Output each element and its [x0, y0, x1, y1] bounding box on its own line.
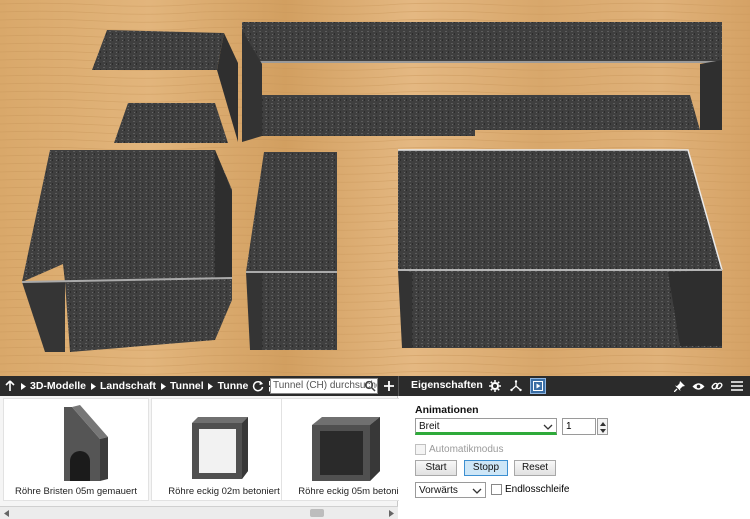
chevron-down-icon: [543, 424, 553, 430]
chevron-down-icon: [472, 488, 482, 494]
library-item-label: Röhre eckig 02m betoniert: [168, 486, 280, 497]
refresh-icon[interactable]: [250, 376, 266, 396]
library-item[interactable]: Röhre Bristen 05m gemauert: [3, 398, 149, 501]
scene-render: [0, 0, 750, 376]
add-icon[interactable]: [382, 378, 396, 394]
stepper-down-icon[interactable]: [598, 427, 607, 434]
hamburger-menu-icon[interactable]: [729, 378, 745, 394]
scroll-right-icon[interactable]: [385, 507, 398, 519]
tunnel-piece-5[interactable]: [398, 149, 723, 348]
properties-title: Eigenschaften: [411, 379, 483, 391]
loop-checkbox[interactable]: [491, 484, 502, 495]
breadcrumb-item-3d-modelle[interactable]: 3D-Modelle: [28, 380, 88, 392]
loop-label: Endlosschleife: [505, 484, 570, 495]
auto-mode-checkbox[interactable]: [415, 444, 426, 455]
start-button[interactable]: Start: [415, 460, 457, 476]
chevron-right-icon: [206, 376, 216, 396]
stepper-up-icon[interactable]: [598, 420, 607, 427]
horizontal-scrollbar[interactable]: [0, 506, 398, 519]
pin-icon[interactable]: [671, 378, 687, 394]
reset-button[interactable]: Reset: [514, 460, 556, 476]
search-input[interactable]: Tunnel (CH) durchsuchen: [270, 378, 378, 394]
model-library: Röhre Bristen 05m gemauert Röhre eckig 0…: [0, 396, 427, 519]
properties-toolbar: Eigenschaften: [398, 376, 750, 396]
chevron-right-icon: [88, 376, 98, 396]
tunnel-portal-thumbnail-icon: [64, 405, 108, 481]
tunnel-piece-3[interactable]: [21, 150, 233, 352]
app-window: 3D-Modelle Landschaft Tunnel Tunne Tunne…: [0, 0, 750, 519]
count-stepper[interactable]: [597, 418, 608, 435]
search-input-text: Tunnel (CH) durchsuchen: [273, 380, 378, 391]
stop-button[interactable]: Stopp: [464, 460, 508, 476]
library-item[interactable]: Röhre eckig 02m betoniert: [151, 398, 297, 501]
tunnel-square-thumbnail-icon: [192, 417, 248, 479]
eye-icon[interactable]: [690, 378, 706, 394]
properties-panel: Animationen Breit 1 Automatikmodus Start…: [399, 396, 750, 519]
breadcrumb-item-tunnel[interactable]: Tunnel: [168, 380, 206, 392]
scroll-left-icon[interactable]: [0, 507, 13, 519]
breadcrumb-item-tunne[interactable]: Tunne: [216, 380, 251, 392]
3d-viewport[interactable]: [0, 0, 750, 376]
breadcrumb-item-landschaft[interactable]: Landschaft: [98, 380, 158, 392]
library-toolbar: 3D-Modelle Landschaft Tunnel Tunne Tunne…: [0, 376, 398, 396]
toolbar: 3D-Modelle Landschaft Tunnel Tunne Tunne…: [0, 376, 750, 396]
arrow-up-icon[interactable]: [2, 376, 18, 396]
animation-play-icon[interactable]: [530, 378, 546, 394]
direction-select-value: Vorwärts: [419, 485, 458, 496]
animation-select-value: Breit: [419, 421, 440, 432]
tunnel-piece-4[interactable]: [246, 152, 337, 350]
library-item-label: Röhre Bristen 05m gemauert: [15, 486, 137, 497]
axes-icon[interactable]: [508, 378, 524, 394]
animations-heading: Animationen: [415, 404, 479, 416]
search-icon: [364, 380, 376, 392]
link-icon[interactable]: [709, 378, 725, 394]
gear-icon[interactable]: [487, 378, 503, 394]
chevron-right-icon: [18, 376, 28, 396]
animation-count-input[interactable]: 1: [562, 418, 596, 435]
direction-select[interactable]: Vorwärts: [415, 482, 486, 498]
scrollbar-thumb[interactable]: [310, 509, 324, 517]
chevron-right-icon: [158, 376, 168, 396]
animation-select[interactable]: Breit: [415, 418, 557, 435]
auto-mode-label: Automatikmodus: [429, 444, 504, 455]
